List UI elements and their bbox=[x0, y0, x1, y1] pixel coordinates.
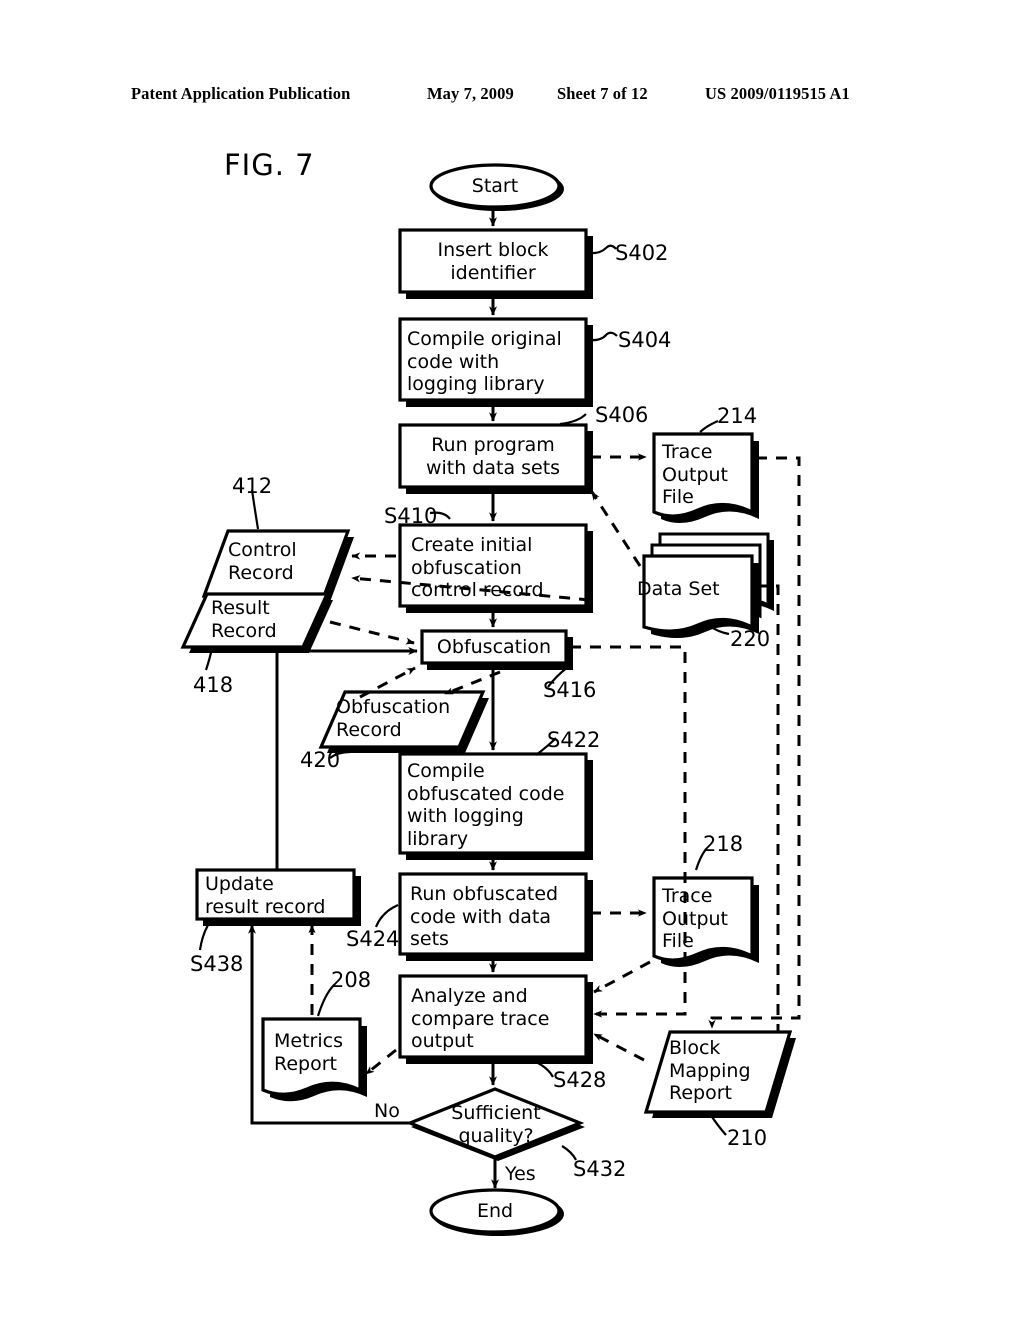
ref-s438: S438 bbox=[190, 952, 244, 976]
node-trace-218-label: Trace Output File bbox=[662, 885, 728, 952]
node-create-initial-label: Create initial obfuscation control recor… bbox=[411, 534, 544, 601]
ref-220: 220 bbox=[730, 627, 771, 651]
ref-420: 420 bbox=[300, 748, 341, 772]
node-trace-214-label: Trace Output File bbox=[662, 441, 728, 508]
node-obfuscation-label: Obfuscation bbox=[436, 636, 552, 658]
ref-s422: S422 bbox=[547, 728, 601, 752]
node-start-label: Start bbox=[471, 175, 519, 197]
node-metrics-report-label: Metrics Report bbox=[274, 1030, 343, 1075]
node-run-obfuscated-label: Run obfuscated code with data sets bbox=[410, 883, 559, 950]
node-block-mapping-label: Block Mapping Report bbox=[669, 1037, 751, 1104]
ref-218: 218 bbox=[703, 832, 744, 856]
ref-s424: S424 bbox=[346, 927, 400, 951]
patent-figure-page: Patent Application Publication May 7, 20… bbox=[0, 0, 1024, 1320]
ref-214: 214 bbox=[717, 404, 758, 428]
node-result-record-label: Result Record bbox=[211, 597, 277, 642]
node-compile-obfuscated-label: Compile obfuscated code with logging lib… bbox=[407, 760, 565, 850]
ref-s410: S410 bbox=[384, 504, 438, 528]
ref-s428: S428 bbox=[553, 1068, 607, 1092]
node-update-result-label: Update result record bbox=[205, 873, 326, 918]
node-analyze-label: Analyze and compare trace output bbox=[411, 985, 550, 1052]
ref-s404: S404 bbox=[618, 328, 672, 352]
node-obfuscation-record-label: Obfuscation Record bbox=[336, 696, 451, 741]
ref-418: 418 bbox=[193, 673, 234, 697]
ref-s402: S402 bbox=[615, 241, 669, 265]
node-decision-label: Sufficient quality? bbox=[451, 1102, 541, 1147]
node-control-record-label: Control Record bbox=[228, 539, 297, 584]
node-end-label: End bbox=[476, 1200, 514, 1222]
edge-label-yes: Yes bbox=[505, 1163, 536, 1185]
node-compile-original-label: Compile original code with logging libra… bbox=[407, 328, 562, 395]
ref-412: 412 bbox=[232, 474, 273, 498]
ref-s406: S406 bbox=[595, 403, 649, 427]
node-data-set-label: Data Set bbox=[637, 578, 720, 600]
ref-208: 208 bbox=[331, 968, 372, 992]
ref-s416: S416 bbox=[543, 678, 597, 702]
node-run-program-label: Run program with data sets bbox=[425, 434, 561, 479]
edge-label-no: No bbox=[374, 1100, 400, 1122]
node-insert-block-label: Insert block identifier bbox=[437, 239, 549, 284]
ref-210: 210 bbox=[727, 1126, 768, 1150]
ref-s432: S432 bbox=[573, 1157, 627, 1181]
